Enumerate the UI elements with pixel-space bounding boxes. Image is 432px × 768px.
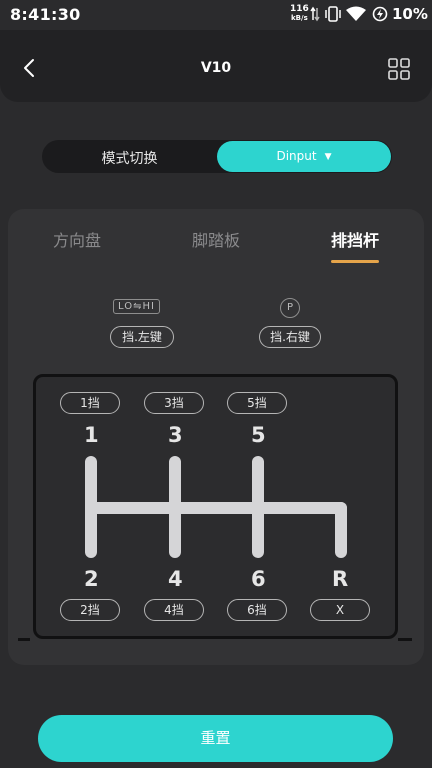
page-title: V10 bbox=[200, 60, 232, 76]
gear-4-button[interactable]: 4挡 bbox=[144, 599, 204, 621]
tab-pedals[interactable]: 脚踏板 bbox=[192, 227, 240, 251]
lo-hi-badge: LO⇋HI bbox=[113, 299, 160, 314]
status-bar: 8:41:30 116 kB/s 10% bbox=[0, 0, 432, 30]
floor-line-right bbox=[398, 638, 412, 641]
gear-label-6: 6 bbox=[251, 567, 266, 591]
mode-select-dropdown[interactable]: Dinput ▼ bbox=[217, 141, 391, 172]
vibrate-icon bbox=[325, 6, 341, 22]
gear-2-button[interactable]: 2挡 bbox=[60, 599, 120, 621]
right-key-button[interactable]: 挡.右键 bbox=[259, 326, 321, 348]
control-card: 方向盘 脚踏板 排挡杆 LO⇋HI 挡.左键 P 挡.右键 1挡 3挡 5挡 1… bbox=[8, 209, 424, 665]
reset-button[interactable]: 重置 bbox=[38, 715, 393, 762]
network-speed: 116 kB/s bbox=[290, 5, 309, 23]
network-speed-value: 116 bbox=[290, 4, 309, 14]
status-time: 8:41:30 bbox=[10, 5, 81, 24]
gear-label-2: 2 bbox=[84, 567, 99, 591]
mode-switch-label: 模式切换 bbox=[101, 151, 158, 167]
gear-label-r: R bbox=[332, 567, 349, 591]
tab-steering-wheel[interactable]: 方向盘 bbox=[53, 227, 101, 251]
mode-switch: 模式切换 Dinput ▼ bbox=[42, 140, 392, 173]
active-tab-indicator bbox=[331, 260, 379, 263]
gear-reverse-button[interactable]: X bbox=[310, 599, 370, 621]
gear-6-button[interactable]: 6挡 bbox=[227, 599, 287, 621]
mode-selected-value: Dinput bbox=[276, 149, 317, 163]
app-header: V10 bbox=[0, 30, 432, 102]
grid-icon[interactable] bbox=[388, 58, 410, 80]
gear-shift-pattern: 1挡 3挡 5挡 1 3 5 2 4 6 R 2挡 4挡 6挡 X bbox=[33, 374, 398, 639]
park-badge: P bbox=[280, 298, 300, 318]
wifi-icon bbox=[346, 6, 366, 21]
chevron-down-icon: ▼ bbox=[324, 152, 332, 162]
network-speed-unit: kB/s bbox=[291, 14, 308, 22]
gear-label-4: 4 bbox=[168, 567, 183, 591]
upload-download-icon bbox=[310, 6, 320, 22]
shift-gate-pattern bbox=[85, 456, 347, 558]
floor-line-left bbox=[18, 638, 30, 641]
left-key-button[interactable]: 挡.左键 bbox=[110, 326, 174, 348]
battery-saver-icon bbox=[372, 6, 388, 22]
tab-gear-shifter[interactable]: 排挡杆 bbox=[331, 227, 379, 251]
battery-level: 10% bbox=[392, 5, 428, 23]
